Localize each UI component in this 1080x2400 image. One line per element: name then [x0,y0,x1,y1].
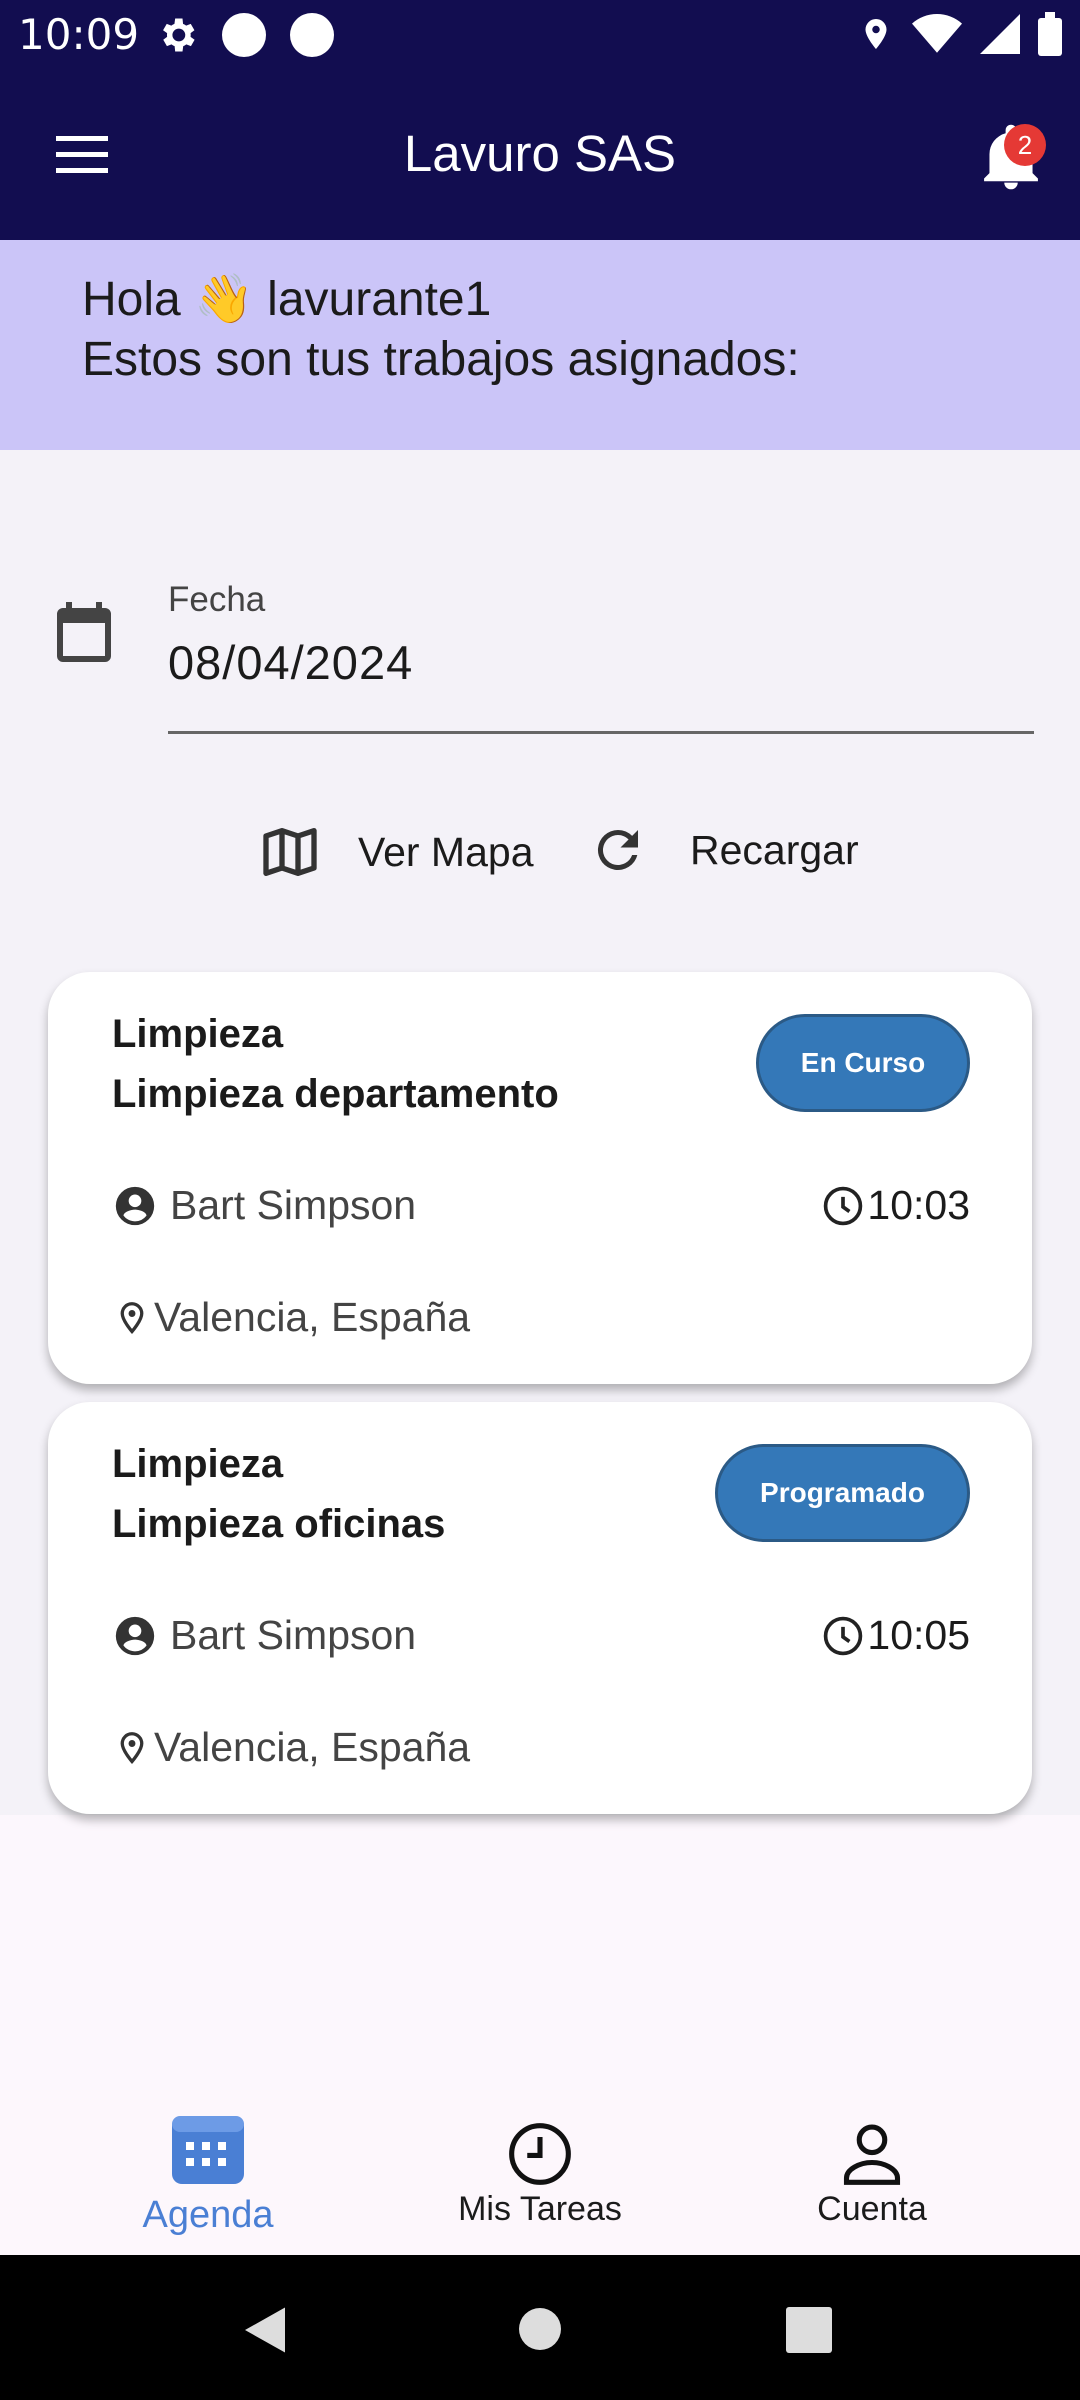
job-time-value: 10:03 [867,1182,970,1228]
date-field-underline [168,731,1034,734]
nav-item-cuenta[interactable]: Cuenta [782,2090,962,2255]
date-field[interactable]: 08/04/2024 [168,635,413,690]
job-title: Limpieza departamento [112,1072,559,1116]
status-icons-right [858,12,1062,56]
calendar-month-icon [172,2116,244,2184]
dot-icon [222,13,266,57]
dot-icon [290,13,334,57]
clock-icon [824,1186,863,1225]
job-location-text: Valencia, España [154,1294,471,1340]
account-circle-icon [115,1186,155,1225]
job-person: Bart Simpson [112,1182,416,1229]
wifi-icon [912,14,962,53]
bottom-navigation: Agenda Mis Tareas Cuenta [0,2090,1080,2255]
reload-label: Recargar [690,826,859,873]
refresh-icon [597,829,638,870]
notification-badge: 2 [1004,124,1046,166]
job-card[interactable]: Limpieza Limpieza departamento En Curso … [48,972,1032,1384]
job-person: Bart Simpson [112,1612,416,1659]
date-field-label: Fecha [168,580,266,619]
clock-icon [509,2123,571,2185]
job-time: 10:03 [821,1182,970,1229]
app-bar: Lavuro SAS 2 [0,72,1080,240]
job-time-value: 10:05 [867,1612,970,1658]
job-title: Limpieza oficinas [112,1502,446,1546]
status-bar: 10:09 [0,0,1080,72]
person-icon [843,2124,901,2185]
app-title: Lavuro SAS [403,125,677,182]
job-time: 10:05 [821,1612,970,1659]
location-icon [865,19,887,49]
greeting-line: Hola 👋 lavurante1 [82,273,492,326]
clock-icon [824,1616,863,1655]
status-button[interactable]: Programado [715,1444,970,1542]
nav-label-cuenta: Cuenta [817,2190,927,2228]
system-navigation-bar [0,2255,1080,2400]
view-map-button[interactable]: Ver Mapa [258,820,534,884]
status-button[interactable]: En Curso [756,1014,970,1112]
job-location: Valencia, España [114,1294,470,1341]
job-person-name: Bart Simpson [170,1612,417,1658]
view-map-label: Ver Mapa [358,828,534,875]
back-icon[interactable] [240,2305,290,2355]
battery-icon [1038,12,1062,56]
job-person-name: Bart Simpson [170,1182,417,1228]
nav-label-mis-tareas: Mis Tareas [458,2190,622,2228]
calendar-icon[interactable] [48,596,120,668]
reload-button[interactable]: Recargar [588,820,859,880]
nav-item-mis-tareas[interactable]: Mis Tareas [440,2090,640,2255]
job-category: Limpieza [112,1012,284,1056]
job-category: Limpieza [112,1442,284,1486]
recents-icon[interactable] [786,2307,832,2353]
home-icon[interactable] [518,2307,562,2351]
account-circle-icon [115,1616,155,1655]
status-time: 10:09 [18,10,140,59]
action-row: Ver Mapa Recargar [0,820,1080,890]
nav-label-agenda: Agenda [142,2194,274,2236]
status-icons-left [155,12,335,58]
settings-icon [163,18,195,52]
nav-item-agenda[interactable]: Agenda [118,2090,298,2255]
location-pin-icon [120,1731,144,1764]
map-icon [263,828,317,876]
location-pin-icon [120,1301,144,1334]
greeting-subtitle: Estos son tus trabajos asignados: [82,333,800,386]
job-location-text: Valencia, España [154,1724,471,1770]
job-location: Valencia, España [114,1724,470,1771]
job-card[interactable]: Limpieza Limpieza oficinas Programado Ba… [48,1402,1032,1814]
greeting-banner: Hola 👋 lavurante1 Estos son tus trabajos… [0,240,1080,450]
signal-icon [980,14,1020,54]
